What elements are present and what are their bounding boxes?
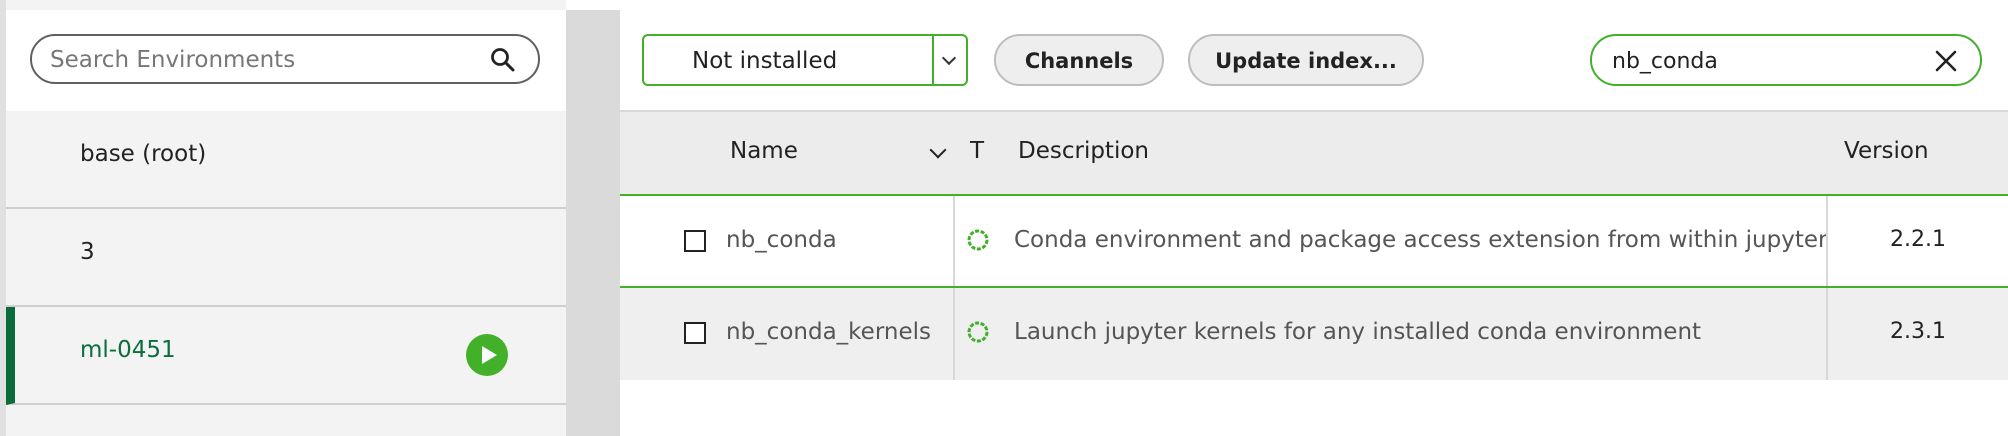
env-item-base-root[interactable]: base (root) [6,111,566,209]
row-checkbox[interactable] [684,322,706,344]
filter-selected-value: Not installed [692,48,838,74]
table-header: Name T Description Version [620,112,2008,196]
conda-package-icon [967,229,989,251]
play-icon[interactable] [466,334,508,376]
env-item-ml-0451[interactable]: ml-0451 [6,307,566,405]
search-icon[interactable] [490,47,516,73]
env-item-label: base (root) [80,141,207,167]
package-description: Launch jupyter kernels for any installed… [1014,319,1702,345]
package-name: nb_conda [726,227,837,253]
packages-toolbar: Not installed Channels Update index... [620,10,2008,112]
close-icon[interactable] [1934,49,1958,73]
column-divider [953,288,955,380]
panel-divider [566,10,620,436]
column-header-description[interactable]: Description [1018,138,1149,164]
env-search-container [6,10,566,113]
env-item-3[interactable]: 3 [6,209,566,307]
env-search-input[interactable] [48,36,472,84]
table-row[interactable]: nb_conda Conda environment and package a… [620,196,2008,288]
column-divider [1826,196,1828,286]
package-description: Conda environment and package access ext… [1014,227,1828,253]
column-header-name[interactable]: Name [730,138,798,164]
env-item-label: ml-0451 [80,337,176,363]
environments-panel: base (root) 3 ml-0451 [0,0,566,436]
env-item-label: 3 [80,239,95,265]
package-filter-select[interactable]: Not installed [642,34,968,86]
packages-panel: Not installed Channels Update index... N… [620,10,2008,436]
chevron-down-icon[interactable] [932,36,966,84]
update-index-button[interactable]: Update index... [1188,34,1424,86]
package-search-box[interactable] [1590,34,1982,86]
env-search-box[interactable] [30,34,540,84]
column-header-version[interactable]: Version [1844,138,1929,164]
package-name: nb_conda_kernels [726,319,931,345]
column-divider [1826,288,1828,380]
column-header-type[interactable]: T [970,138,984,164]
column-divider [953,196,955,286]
row-checkbox[interactable] [684,230,706,252]
package-version: 2.2.1 [1890,227,1946,252]
anaconda-navigator-environments: base (root) 3 ml-0451 Not installed Chan… [0,0,2008,436]
table-row[interactable]: nb_conda_kernels Launch jupyter kernels … [620,288,2008,380]
channels-button[interactable]: Channels [994,34,1164,86]
package-search-input[interactable] [1610,36,1914,86]
sort-chevron-icon[interactable] [929,141,947,159]
package-version: 2.3.1 [1890,319,1946,344]
conda-package-icon [967,321,989,343]
